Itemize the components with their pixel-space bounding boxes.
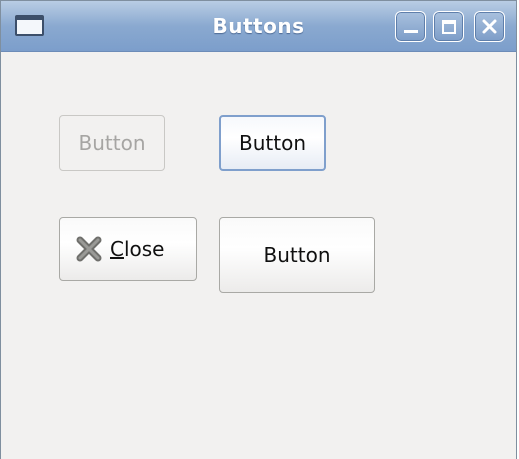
close-mnemonic: C <box>110 237 124 261</box>
title-bar[interactable]: Buttons <box>1 1 516 52</box>
minimize-icon <box>404 30 418 33</box>
close-label-rest: lose <box>123 237 165 261</box>
close-button-label: Close <box>110 237 165 261</box>
close-window-button[interactable] <box>474 11 505 42</box>
close-x-icon <box>76 236 102 262</box>
disabled-button-label: Button <box>78 131 146 155</box>
focused-button-label: Button <box>239 131 306 155</box>
large-button[interactable]: Button <box>219 217 375 293</box>
maximize-button[interactable] <box>433 11 464 42</box>
large-button-label: Button <box>263 243 331 267</box>
app-window: Buttons Button Button Close Button <box>0 0 517 459</box>
close-icon <box>482 19 497 34</box>
maximize-icon <box>442 20 456 34</box>
disabled-button: Button <box>59 115 165 171</box>
close-button[interactable]: Close <box>59 217 197 281</box>
focused-button[interactable]: Button <box>219 115 326 171</box>
minimize-button[interactable] <box>395 11 426 42</box>
